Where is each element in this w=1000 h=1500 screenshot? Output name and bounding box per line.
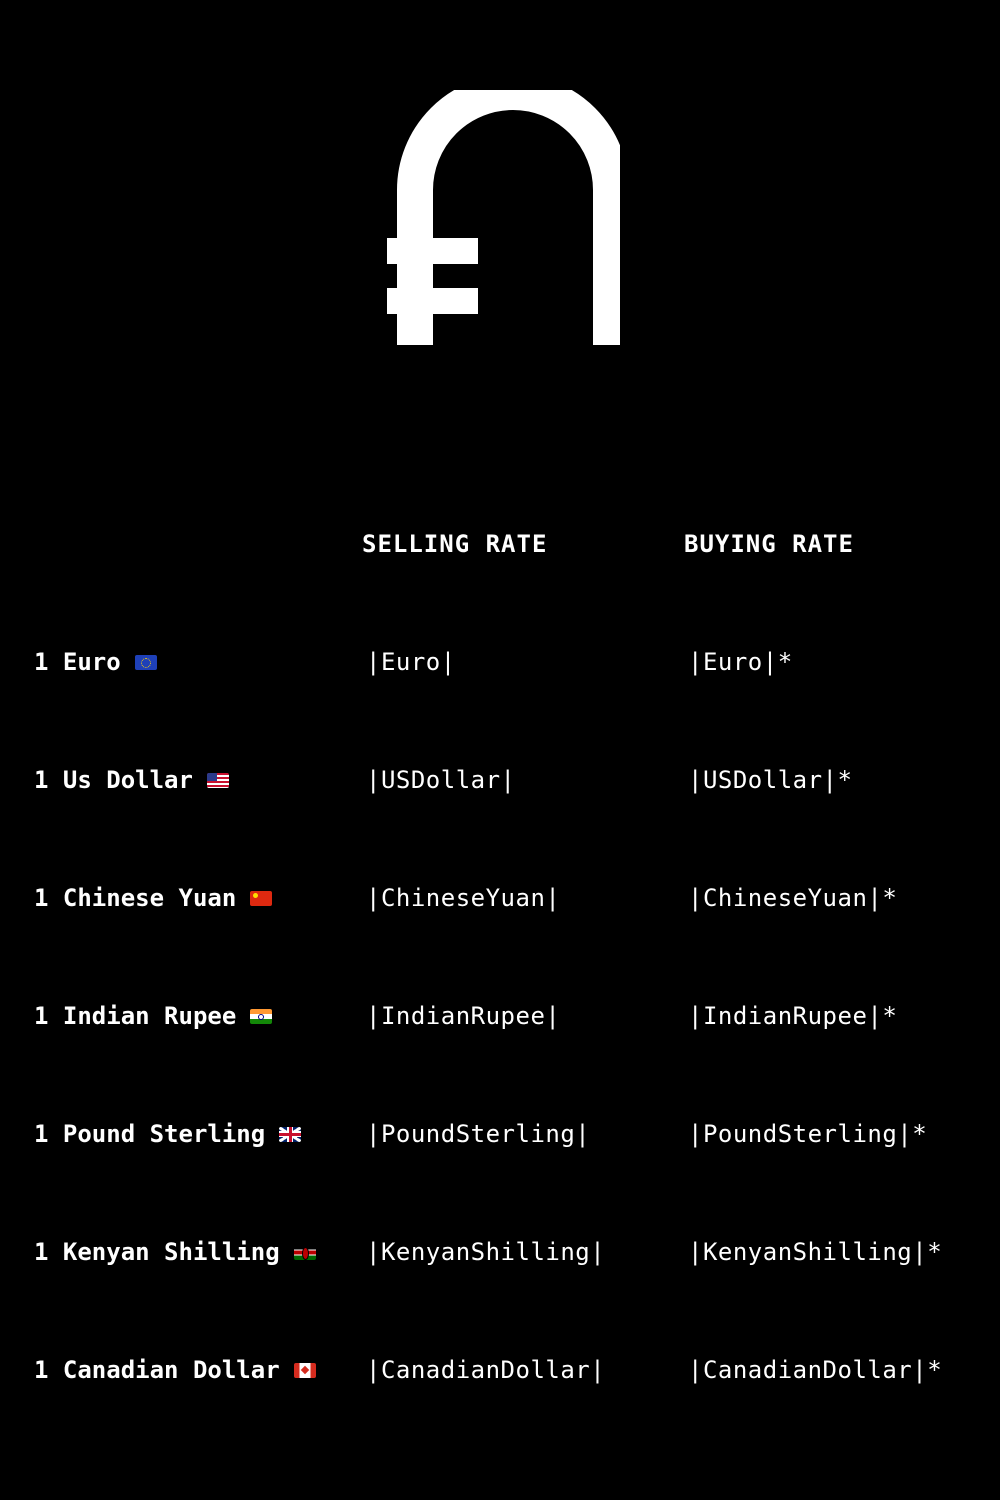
currency-cell: 1 Kenyan Shilling bbox=[34, 1238, 316, 1266]
dram-sign-icon bbox=[380, 90, 620, 350]
table-row: 1 Us Dollar |USDollar| |USDollar|* bbox=[0, 766, 1000, 806]
selling-rate-value: |CanadianDollar| bbox=[366, 1356, 606, 1384]
table-row: 1 Kenyan Shilling |KenyanShilling| |Keny… bbox=[0, 1238, 1000, 1278]
flag-us-icon bbox=[206, 772, 229, 788]
selling-rate-value: |Euro| bbox=[366, 648, 456, 676]
currency-cell: 1 Euro bbox=[34, 648, 157, 676]
table-row: 1 Indian Rupee |IndianRupee| |IndianRupe… bbox=[0, 1002, 1000, 1042]
flag-eu-icon bbox=[134, 654, 157, 670]
table-row: 1 Pound Sterling |PoundSterling| |PoundS… bbox=[0, 1120, 1000, 1160]
selling-rate-value: |KenyanShilling| bbox=[366, 1238, 606, 1266]
currency-name: 1 Us Dollar bbox=[34, 766, 193, 794]
flag-ca-icon bbox=[293, 1362, 316, 1378]
buying-rate-value: |Euro|* bbox=[688, 648, 793, 676]
selling-rate-value: |ChineseYuan| bbox=[366, 884, 561, 912]
table-row: 1 Canadian Dollar |CanadianDollar| |Cana… bbox=[0, 1356, 1000, 1396]
table-row: 1 Euro |Euro| |Euro|* bbox=[0, 648, 1000, 688]
buying-rate-value: |IndianRupee|* bbox=[688, 1002, 898, 1030]
currency-name: 1 Chinese Yuan bbox=[34, 884, 237, 912]
currency-name: 1 Pound Sterling bbox=[34, 1120, 266, 1148]
selling-rate-value: |USDollar| bbox=[366, 766, 516, 794]
currency-cell: 1 Indian Rupee bbox=[34, 1002, 273, 1030]
selling-rate-value: |PoundSterling| bbox=[366, 1120, 591, 1148]
currency-name: 1 Canadian Dollar bbox=[34, 1356, 280, 1384]
buying-rate-value: |ChineseYuan|* bbox=[688, 884, 898, 912]
currency-name: 1 Indian Rupee bbox=[34, 1002, 237, 1030]
buying-rate-value: |USDollar|* bbox=[688, 766, 853, 794]
table-row: 1 Chinese Yuan |ChineseYuan| |ChineseYua… bbox=[0, 884, 1000, 924]
flag-ke-icon bbox=[293, 1244, 316, 1260]
currency-name: 1 Euro bbox=[34, 648, 121, 676]
buying-rate-value: |CanadianDollar|* bbox=[688, 1356, 943, 1384]
flag-in-icon bbox=[250, 1008, 273, 1024]
flag-gb-icon bbox=[279, 1126, 302, 1142]
buying-rate-value: |PoundSterling|* bbox=[688, 1120, 928, 1148]
buying-rate-value: |KenyanShilling|* bbox=[688, 1238, 943, 1266]
currency-cell: 1 Us Dollar bbox=[34, 766, 229, 794]
currency-cell: 1 Canadian Dollar bbox=[34, 1356, 316, 1384]
buying-rate-header: BUYING RATE bbox=[684, 530, 854, 558]
selling-rate-value: |IndianRupee| bbox=[366, 1002, 561, 1030]
selling-rate-header: SELLING RATE bbox=[362, 530, 548, 558]
flag-cn-icon bbox=[250, 890, 273, 906]
currency-cell: 1 Chinese Yuan bbox=[34, 884, 273, 912]
currency-name: 1 Kenyan Shilling bbox=[34, 1238, 280, 1266]
currency-cell: 1 Pound Sterling bbox=[34, 1120, 302, 1148]
